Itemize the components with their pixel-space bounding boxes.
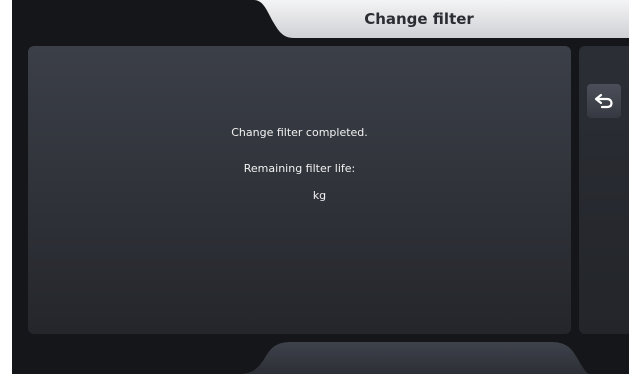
screen: Change filter Change filter completed. R… [12, 0, 629, 374]
content-panel: Change filter completed. Remaining filte… [28, 46, 571, 334]
completion-message: Change filter completed. [231, 126, 368, 139]
remaining-life-label: Remaining filter life: [243, 162, 356, 175]
back-button[interactable] [587, 84, 621, 118]
right-sidebar [579, 46, 629, 334]
bottom-tab-shape [240, 342, 590, 374]
title-tab: Change filter [254, 0, 629, 38]
remaining-life-unit: kg [312, 189, 327, 202]
bottom-tab [240, 342, 590, 374]
page-title: Change filter [364, 10, 474, 28]
return-arrow-icon [594, 93, 613, 109]
